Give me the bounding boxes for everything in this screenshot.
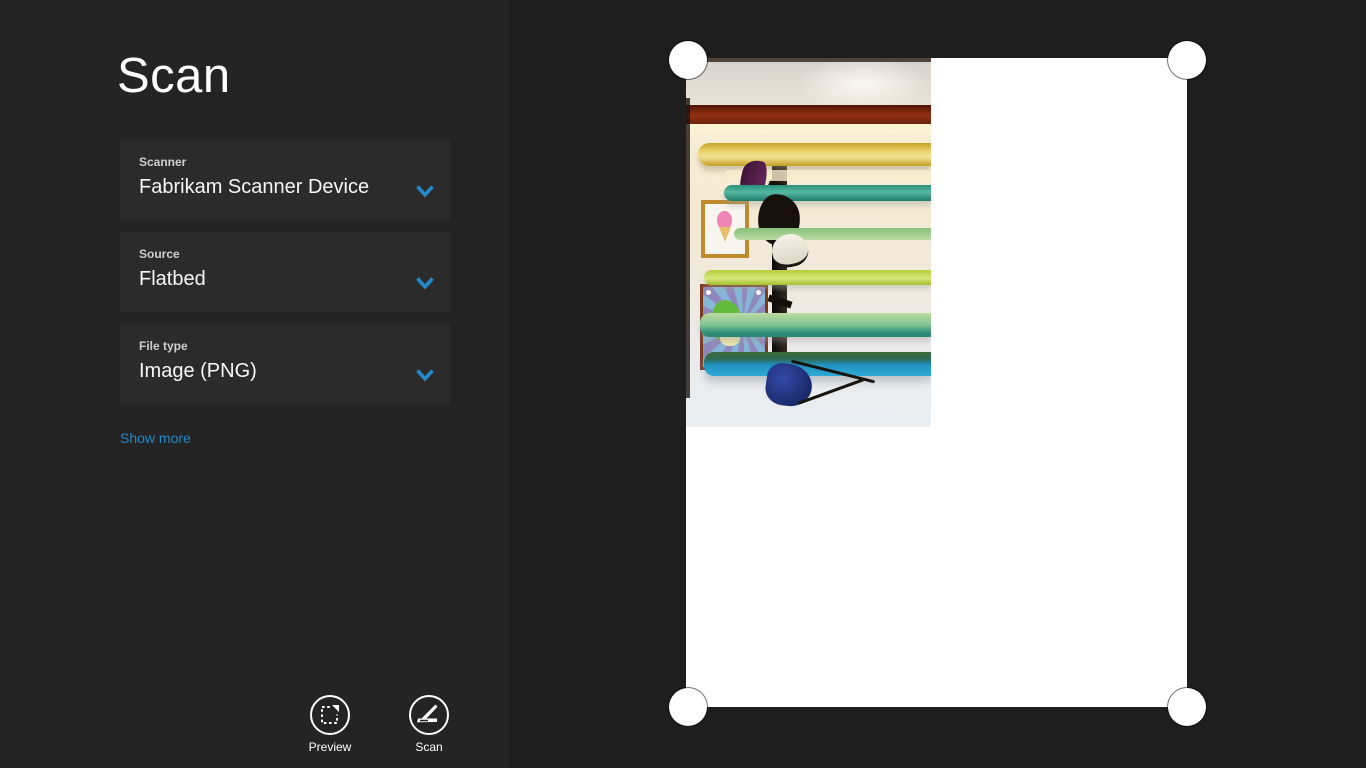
scanner-label: Scanner <box>139 155 186 169</box>
crop-handle-top-left[interactable] <box>669 41 707 79</box>
settings-panel: Scan Scanner Fabrikam Scanner Device Sou… <box>0 0 510 768</box>
crop-handle-top-right[interactable] <box>1168 41 1206 79</box>
source-label: Source <box>139 247 180 261</box>
photo-surfboard-lightgreen <box>734 228 931 240</box>
photo-pin <box>756 290 761 295</box>
photo-surfboard-green <box>700 313 931 337</box>
photo-wood-beam <box>686 105 931 124</box>
preview-marquee-icon <box>312 697 348 733</box>
photo-top-edge <box>686 58 931 62</box>
scan-button[interactable]: Scan <box>385 695 473 754</box>
scanner-value: Fabrikam Scanner Device <box>139 176 369 199</box>
preview-button-circle <box>310 695 350 735</box>
scan-button-label: Scan <box>385 740 473 754</box>
scan-preview-page <box>686 58 1187 707</box>
filetype-dropdown[interactable]: File type Image (PNG) <box>120 324 450 404</box>
preview-button-label: Preview <box>286 740 374 754</box>
photo-icecream-cone <box>719 227 731 242</box>
filetype-value: Image (PNG) <box>139 360 257 383</box>
photo-surfboard-yellow <box>698 143 931 166</box>
chevron-down-icon <box>416 277 434 290</box>
preview-button[interactable]: Preview <box>286 695 374 754</box>
chevron-down-icon <box>416 369 434 382</box>
chevron-down-icon <box>416 185 434 198</box>
page-title: Scan <box>117 48 231 104</box>
scanner-icon <box>411 697 447 733</box>
photo-surfboard-teal <box>724 185 931 201</box>
source-value: Flatbed <box>139 268 206 291</box>
filetype-label: File type <box>139 339 188 353</box>
photo-wall-glow <box>686 124 931 134</box>
photo-pin <box>706 290 711 295</box>
photo-ceiling <box>686 58 931 106</box>
photo-left-edge <box>686 98 690 398</box>
crop-handle-bottom-right[interactable] <box>1168 688 1206 726</box>
photo-surfboard-lime <box>704 270 931 285</box>
show-more-link[interactable]: Show more <box>120 430 191 446</box>
scanner-dropdown[interactable]: Scanner Fabrikam Scanner Device <box>120 140 450 220</box>
photo-surfboard-blue <box>704 352 931 376</box>
scanned-image <box>686 58 931 427</box>
source-dropdown[interactable]: Source Flatbed <box>120 232 450 312</box>
crop-handle-bottom-left[interactable] <box>669 688 707 726</box>
scan-button-circle <box>409 695 449 735</box>
